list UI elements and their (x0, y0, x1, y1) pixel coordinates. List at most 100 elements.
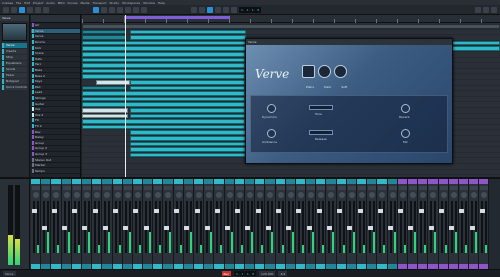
menu-item[interactable]: Help (158, 1, 165, 5)
fader-handle[interactable] (214, 209, 220, 213)
channel-header[interactable] (469, 179, 479, 184)
cycle-button[interactable] (207, 6, 213, 13)
fader-handle[interactable] (153, 209, 159, 213)
channel-header[interactable] (295, 179, 306, 184)
menu-item[interactable]: Studio (110, 1, 120, 5)
pan-knob[interactable] (216, 192, 223, 198)
rewind-button[interactable] (191, 6, 197, 13)
mute-solo-buttons[interactable] (154, 186, 163, 190)
fader-handle[interactable] (347, 226, 353, 230)
channel-strip[interactable] (153, 179, 164, 271)
fader-handle[interactable] (72, 209, 78, 213)
channel-strip[interactable] (173, 179, 184, 271)
channel-strip[interactable] (346, 179, 357, 271)
mute-solo-buttons[interactable] (327, 186, 336, 190)
mute-solo-buttons[interactable] (195, 186, 203, 190)
event-clip[interactable] (82, 85, 126, 91)
event-clip[interactable] (82, 108, 128, 113)
event-clip[interactable] (82, 113, 128, 119)
pan-knob[interactable] (379, 192, 386, 198)
channel-strip[interactable] (51, 179, 62, 271)
mute-solo-buttons[interactable] (307, 186, 316, 190)
fader-handle[interactable] (367, 226, 373, 230)
pan-knob[interactable] (94, 192, 101, 198)
event-clip[interactable] (82, 102, 245, 107)
event-clip[interactable] (82, 29, 126, 35)
channel-strip[interactable] (448, 179, 459, 271)
channel-strip[interactable] (255, 179, 266, 271)
menu-item[interactable]: Cubase (2, 1, 13, 5)
pan-knob[interactable] (145, 192, 152, 198)
pan-knob[interactable] (257, 192, 264, 198)
pan-knob[interactable] (134, 192, 141, 198)
inspector-section[interactable]: Sends (2, 67, 27, 72)
channel-strip[interactable] (71, 179, 82, 271)
event-clip[interactable] (82, 57, 245, 63)
mute-solo-buttons[interactable] (378, 186, 387, 190)
mute-solo-buttons[interactable] (62, 186, 71, 190)
track-header[interactable]: Tempo (31, 168, 80, 175)
menu-item[interactable]: Transport (92, 1, 106, 5)
record-button[interactable] (231, 6, 237, 13)
stop-button[interactable] (215, 6, 221, 13)
constrain-delay-button[interactable] (11, 6, 17, 13)
pan-knob[interactable] (277, 192, 284, 198)
channel-strip[interactable] (275, 179, 286, 271)
status-time-display[interactable]: 1. 1. 1. 0 (233, 271, 257, 276)
channel-strip[interactable] (336, 179, 347, 271)
fader-handle[interactable] (388, 226, 394, 230)
pan-knob[interactable] (73, 192, 80, 198)
channel-strip[interactable] (102, 179, 113, 271)
channel-header[interactable] (438, 179, 448, 184)
fader-handle[interactable] (479, 209, 485, 213)
mute-solo-buttons[interactable] (439, 186, 448, 190)
channel-strip[interactable] (61, 179, 72, 271)
channel-header[interactable] (153, 179, 163, 184)
event-clip[interactable] (82, 52, 245, 57)
pan-knob[interactable] (226, 192, 233, 198)
pan-knob[interactable] (155, 192, 162, 198)
mute-solo-buttons[interactable] (113, 186, 122, 190)
channel-strip[interactable] (112, 179, 123, 271)
mute-solo-buttons[interactable] (144, 186, 153, 190)
fader-handle[interactable] (296, 209, 302, 213)
fader-handle[interactable] (204, 226, 210, 230)
pan-knob[interactable] (124, 192, 131, 198)
glue-tool[interactable] (117, 6, 123, 13)
fader-handle[interactable] (439, 209, 444, 213)
fader-handle[interactable] (235, 209, 241, 213)
tempo-display[interactable]: 120.000 (259, 271, 276, 276)
channel-header[interactable] (479, 179, 489, 184)
tone-field[interactable] (309, 105, 333, 110)
pan-knob[interactable] (338, 192, 345, 198)
channel-header[interactable] (122, 179, 132, 184)
event-clip[interactable] (82, 124, 245, 130)
inspector-section[interactable]: Quick Controls (2, 85, 27, 90)
channel-header[interactable] (194, 179, 204, 184)
pan-knob[interactable] (308, 192, 315, 198)
mic-knob[interactable] (401, 129, 410, 138)
pan-knob[interactable] (267, 192, 274, 198)
release-field[interactable] (309, 130, 333, 135)
channel-strip[interactable] (214, 179, 225, 271)
fader-handle[interactable] (245, 226, 251, 230)
grid-type-button[interactable] (483, 6, 489, 13)
event-clip[interactable] (130, 85, 245, 91)
channel-strip[interactable] (122, 179, 133, 271)
channel-header[interactable] (102, 179, 112, 184)
fader-handle[interactable] (408, 226, 414, 230)
channel-header[interactable] (265, 179, 275, 184)
fader-handle[interactable] (286, 226, 292, 230)
channel-header[interactable] (81, 179, 92, 184)
pan-knob[interactable] (53, 192, 60, 198)
pan-knob[interactable] (297, 192, 304, 198)
channel-strip[interactable] (183, 179, 194, 271)
channel-strip[interactable] (143, 179, 154, 271)
fader-handle[interactable] (265, 226, 271, 230)
pan-knob[interactable] (328, 192, 335, 198)
activate-project-button[interactable] (3, 6, 9, 13)
mute-solo-buttons[interactable] (32, 186, 40, 190)
fader-handle[interactable] (398, 209, 404, 213)
channel-strip[interactable] (316, 179, 327, 271)
event-clip[interactable] (82, 74, 245, 79)
